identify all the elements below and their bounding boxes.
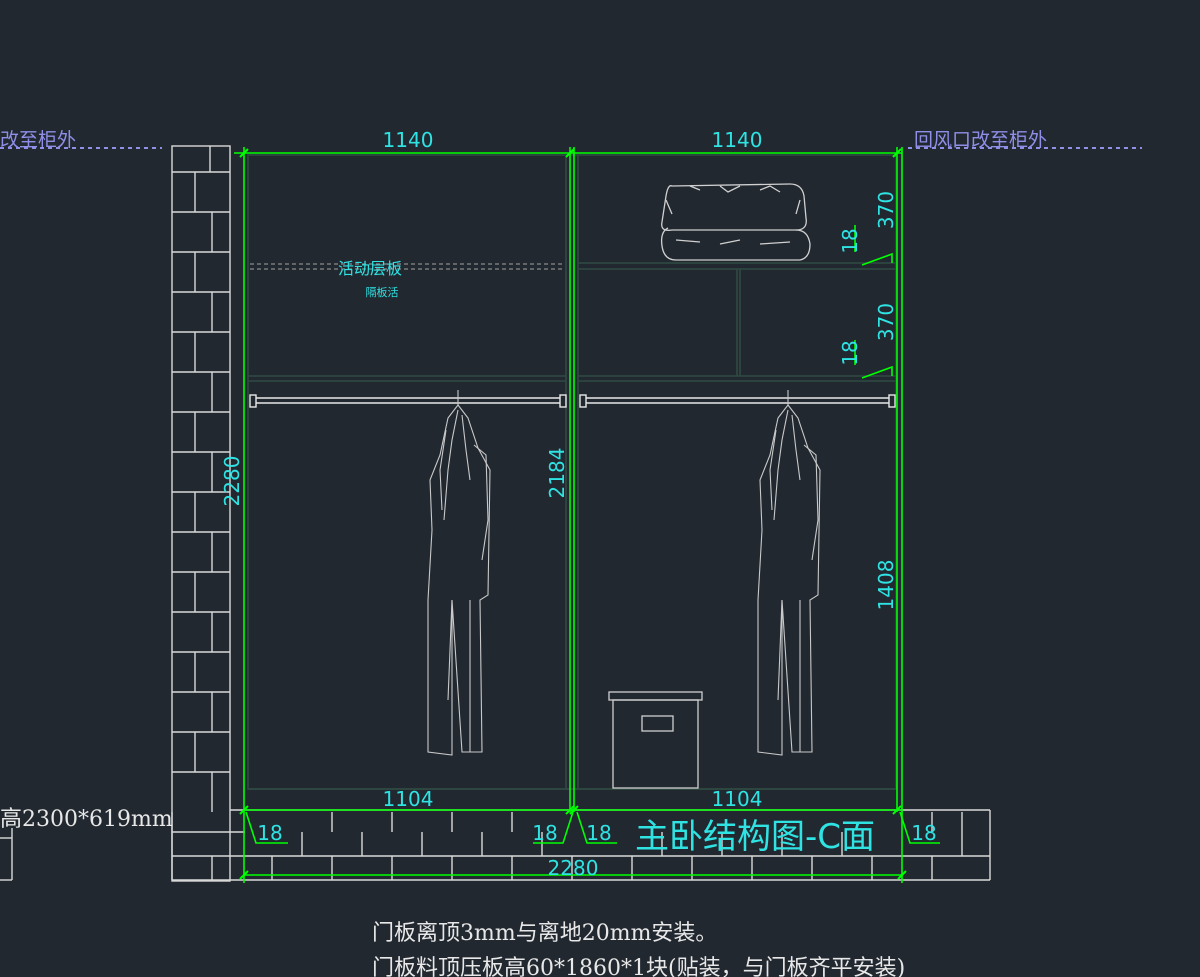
hanging-coat-right-icon [757,390,821,756]
side-spec: 高2300*619mm [0,807,173,832]
dim-inner-height: 2184 [545,448,569,499]
footer-line-1: 门板离顶3mm与离地20mm安装。 [372,921,717,946]
dim-shelf-1: 370 [874,191,898,229]
dim-bottom-right: 1104 [712,787,763,811]
drawing-title: 主卧结构图-C面 [635,817,875,857]
storage-box-icon [608,691,703,789]
brick-wall-left-icon [171,145,231,882]
dim-top-right: 1140 [712,128,763,152]
label-small-note: 隔板活 [366,285,399,299]
dim-thickness-f: 18 [911,821,936,845]
dim-hang-height: 1408 [874,560,898,611]
dim-height: 2280 [220,456,244,507]
dim-total-width: 2280 [548,856,599,880]
dim-shelf-2: 370 [874,303,898,341]
cad-drawing-canvas: 改至柜外 回风口改至柜外 1140 1140 1104 1104 2280 22… [0,128,1142,977]
footer-line-2: 门板料顶压板高60*1860*1块(贴装，与门板齐平安装) [372,956,905,977]
dim-top-left: 1140 [383,128,434,152]
dimension-lines [234,147,940,883]
dim-thickness-c: 18 [257,821,282,845]
hanging-rod-icon [249,394,896,408]
dim-bottom-left: 1104 [383,787,434,811]
movable-shelf-dashed [250,263,564,270]
label-movable-shelf: 活动层板 [338,259,402,278]
dim-thickness-d: 18 [532,821,557,845]
dim-thickness-a: 18 [838,228,862,253]
folded-bedding-icon [660,183,811,261]
dim-thickness-e: 18 [586,821,611,845]
dim-thickness-b: 18 [838,340,862,365]
hanging-coat-left-icon [427,390,491,756]
